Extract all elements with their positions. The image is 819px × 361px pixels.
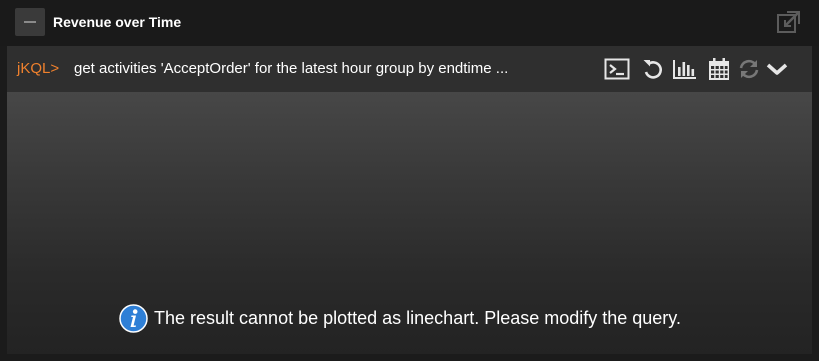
undo-icon[interactable] <box>640 57 666 81</box>
widget-header: Revenue over Time <box>0 0 819 46</box>
popout-icon[interactable] <box>776 9 802 35</box>
info-icon <box>119 303 148 333</box>
dashboard-widget: Revenue over Time jKQL> get activities '… <box>0 0 819 361</box>
query-prompt: jKQL> <box>17 60 60 77</box>
message-text: The result cannot be plotted as linechar… <box>154 308 681 328</box>
chart-area: The result cannot be plotted as linechar… <box>7 92 812 354</box>
plot-error-message: The result cannot be plotted as linechar… <box>119 303 681 333</box>
chevron-down-icon[interactable] <box>764 57 790 81</box>
query-bar: jKQL> get activities 'AcceptOrder' for t… <box>7 46 812 92</box>
bar-chart-icon[interactable] <box>672 57 698 81</box>
collapse-button[interactable] <box>15 8 45 36</box>
console-icon[interactable] <box>604 57 630 81</box>
calendar-icon[interactable] <box>706 57 732 81</box>
query-input[interactable]: get activities 'AcceptOrder' for the lat… <box>74 60 594 78</box>
refresh-icon[interactable] <box>736 57 762 81</box>
widget-title: Revenue over Time <box>53 14 182 30</box>
